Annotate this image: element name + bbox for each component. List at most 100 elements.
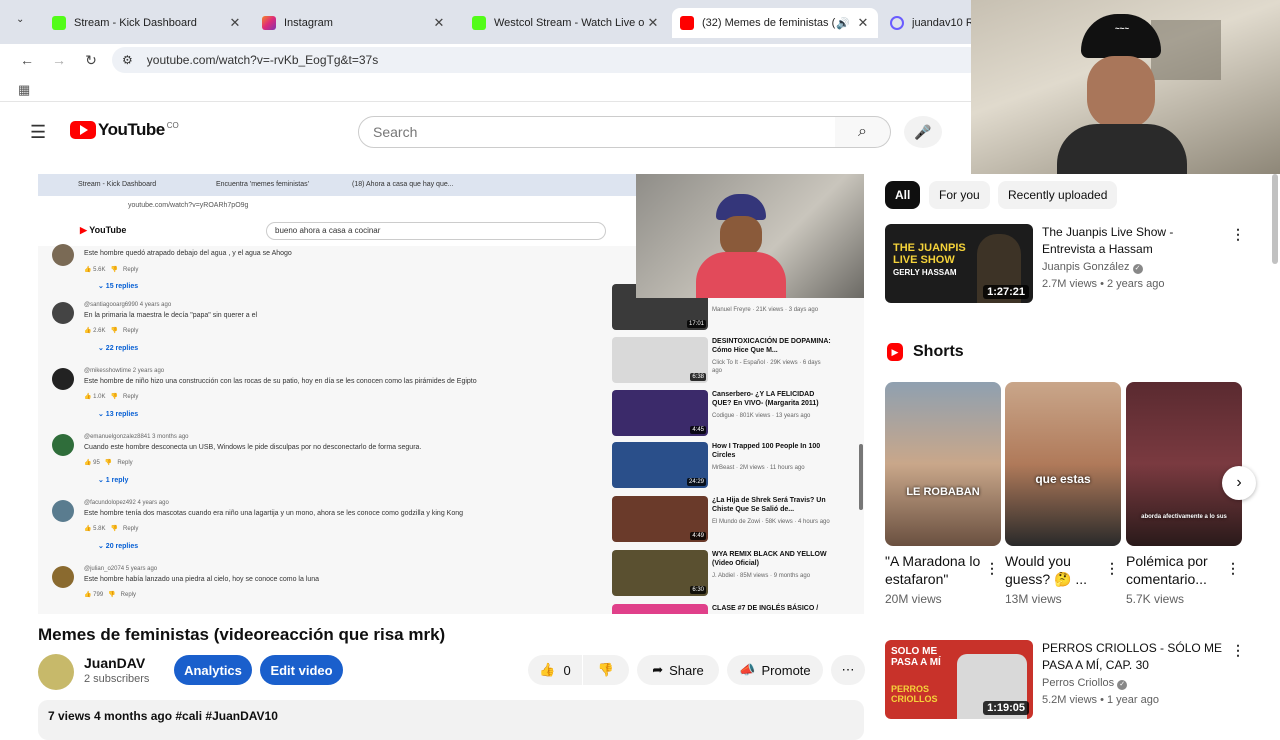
more-options-icon[interactable]: ⋮: [1226, 560, 1240, 577]
video-meta: Click To It - Español · 29K views · 6 da…: [712, 360, 821, 374]
comment-text: En la primaria la maestra le decía "papa…: [84, 312, 258, 319]
short-title[interactable]: Polémica por comentario...: [1126, 552, 1226, 588]
close-tab-icon[interactable]: ✕: [856, 15, 870, 31]
avatar: [52, 302, 74, 324]
comment-replies: ⌄ 15 replies: [98, 283, 139, 290]
tab-youtube-memes[interactable]: (32) Memes de feministas ( 🔊 ✕: [672, 8, 878, 38]
youtube-logo[interactable]: YouTube CO: [70, 120, 179, 140]
comment-author: @emanuelgonzalez8841 3 months ago: [84, 434, 189, 440]
short-item[interactable]: LE ROBABAN "A Maradona lo estafaron" 20M…: [885, 382, 1001, 606]
video-thumbnail[interactable]: THE JUANPIS LIVE SHOW GERLY HASSAM 1:27:…: [885, 224, 1033, 303]
url-text: youtube.com/watch?v=-rvKb_EogTg&t=37s: [146, 53, 379, 67]
short-title[interactable]: Would you guess? 🤔 ...: [1005, 552, 1105, 588]
shorts-next-button[interactable]: ›: [1222, 466, 1256, 500]
tab-kick-dashboard[interactable]: Stream - Kick Dashboard ✕: [44, 8, 250, 38]
thumbs-down-icon: 👎: [110, 267, 118, 273]
comment-likes: 5.8K: [93, 526, 106, 532]
site-info-icon[interactable]: ⚙: [122, 53, 133, 67]
comment-replies: ⌄ 20 replies: [98, 543, 139, 550]
page-scrollbar[interactable]: [1272, 174, 1278, 264]
comment-likes: 2.6K: [93, 328, 106, 334]
short-title[interactable]: "A Maradona lo estafaron": [885, 552, 985, 588]
thumbs-up-icon: 👍: [84, 526, 92, 532]
thumbs-up-icon: 👍: [84, 267, 92, 273]
short-thumbnail[interactable]: aborda afectivamente a lo sus: [1126, 382, 1242, 546]
video-title: Canserbero- ¿Y LA FELICIDAD QUE? En VIVO…: [712, 391, 819, 407]
shorts-heading: ▶ Shorts: [887, 343, 964, 361]
video-title: DESINTOXICACIÓN DE DOPAMINA: Cómo Hice Q…: [712, 338, 831, 354]
apps-grid-icon[interactable]: ▦: [18, 82, 30, 98]
back-icon[interactable]: ←: [18, 51, 36, 69]
more-options-icon[interactable]: ⋮: [1231, 226, 1245, 243]
tab-westcol-stream[interactable]: Westcol Stream - Watch Live o ✕: [464, 8, 668, 38]
inner-related-video: 4:49 ¿La Hija de Shrek Será Travis? Un Ch…: [612, 496, 852, 544]
channel-name[interactable]: JuanDAV: [84, 655, 145, 671]
related-video[interactable]: SOLO ME PASA A MÍ PERROS CRIOLLOS 1:19:0…: [885, 640, 1255, 720]
video-duration: 1:27:21: [983, 285, 1029, 299]
dislike-button[interactable]: 👎: [583, 655, 629, 685]
video-meta: J. Abdiel · 85M views · 9 months ago: [712, 573, 811, 579]
comment-actions: 👍 95 👎 Reply: [84, 460, 133, 466]
more-options-icon[interactable]: ⋮: [985, 560, 999, 577]
chip-for-you[interactable]: For you: [929, 181, 990, 209]
more-actions-button[interactable]: ⋯: [831, 655, 865, 685]
tab-juandav10[interactable]: juandav10 Re: [882, 8, 982, 38]
chip-recently-uploaded[interactable]: Recently uploaded: [998, 181, 1118, 209]
close-tab-icon[interactable]: ✕: [646, 15, 660, 31]
video-duration: 1:19:05: [983, 701, 1029, 715]
video-title[interactable]: The Juanpis Live Show - Entrevista a Has…: [1042, 224, 1227, 258]
inner-search-input: bueno ahora a casa a cocinar: [266, 222, 606, 240]
channel-avatar[interactable]: [38, 654, 74, 690]
video-duration: 6:30: [690, 586, 706, 594]
comment-actions: 👍 2.6K 👎 Reply: [84, 328, 139, 334]
inner-related-video: 6:30 WYA REMIX BLACK AND YELLOW (Video Of…: [612, 550, 852, 598]
edit-video-button[interactable]: Edit video: [260, 655, 343, 685]
close-tab-icon[interactable]: ✕: [432, 15, 446, 31]
tab-list-dropdown-icon[interactable]: ⌄: [16, 14, 24, 25]
comment-text: Este hombre tenía dos mascotas cuando er…: [84, 510, 464, 517]
video-duration: 4:49: [690, 532, 706, 540]
comment-actions: 👍 5.6K 👎 Reply: [84, 267, 139, 273]
related-video[interactable]: THE JUANPIS LIVE SHOW GERLY HASSAM 1:27:…: [885, 224, 1255, 304]
search-icon[interactable]: ⌕: [835, 116, 891, 148]
description-box[interactable]: 7 views 4 months ago #cali #JuanDAV10: [38, 700, 864, 740]
channel-name[interactable]: Perros Criollos ✓: [1042, 677, 1128, 690]
short-thumbnail[interactable]: LE ROBABAN: [885, 382, 1001, 546]
video-title: WYA REMIX BLACK AND YELLOW (Video Oficia…: [712, 551, 827, 567]
video-thumbnail: 4:49: [612, 496, 708, 542]
promote-button[interactable]: 📣 Promote: [727, 655, 823, 685]
short-thumbnail[interactable]: que estas: [1005, 382, 1121, 546]
channel-name[interactable]: Juanpis González ✓: [1042, 261, 1143, 274]
reload-icon[interactable]: ↻: [82, 51, 100, 69]
analytics-button[interactable]: Analytics: [174, 655, 252, 685]
short-views: 13M views: [1005, 592, 1062, 606]
video-title[interactable]: PERROS CRIOLLOS - SÓLO ME PASA A MÍ, CAP…: [1042, 640, 1227, 674]
speaker-icon[interactable]: 🔊: [836, 17, 850, 30]
share-button[interactable]: ➦ Share: [637, 655, 719, 685]
verified-icon: ✓: [1132, 264, 1143, 274]
subscriber-count: 2 subscribers: [84, 673, 150, 685]
video-meta: 5.2M views • 1 year ago: [1042, 694, 1159, 706]
chip-all[interactable]: All: [885, 181, 921, 209]
url-field[interactable]: ⚙ youtube.com/watch?v=-rvKb_EogTg&t=37s: [112, 47, 982, 73]
more-options-icon[interactable]: ⋮: [1231, 642, 1245, 659]
video-thumbnail[interactable]: SOLO ME PASA A MÍ PERROS CRIOLLOS 1:19:0…: [885, 640, 1033, 719]
avatar: [52, 368, 74, 390]
short-item[interactable]: que estas Would you guess? 🤔 ... 13M vie…: [1005, 382, 1121, 606]
microphone-icon[interactable]: 🎤: [904, 116, 942, 148]
close-tab-icon[interactable]: ✕: [228, 15, 242, 31]
search-input[interactable]: Search: [358, 116, 836, 148]
menu-icon[interactable]: ☰: [30, 122, 46, 143]
short-item[interactable]: aborda afectivamente a lo sus Polémica p…: [1126, 382, 1242, 606]
avatar: [52, 500, 74, 522]
inner-related-video: 4:45 Canserbero- ¿Y LA FELICIDAD QUE? En …: [612, 390, 852, 438]
tab-instagram[interactable]: Instagram ✕: [254, 8, 454, 38]
forward-icon[interactable]: →: [50, 51, 68, 69]
video-player[interactable]: Stream - Kick Dashboard Encuentra 'memes…: [38, 174, 864, 614]
like-button[interactable]: 👍 0: [528, 655, 582, 685]
thumbs-down-icon: 👎: [110, 526, 118, 532]
thumbs-down-icon: 👎: [110, 394, 118, 400]
inner-scrollbar[interactable]: [859, 444, 863, 510]
more-options-icon[interactable]: ⋮: [1105, 560, 1119, 577]
kick-icon: [52, 16, 66, 30]
